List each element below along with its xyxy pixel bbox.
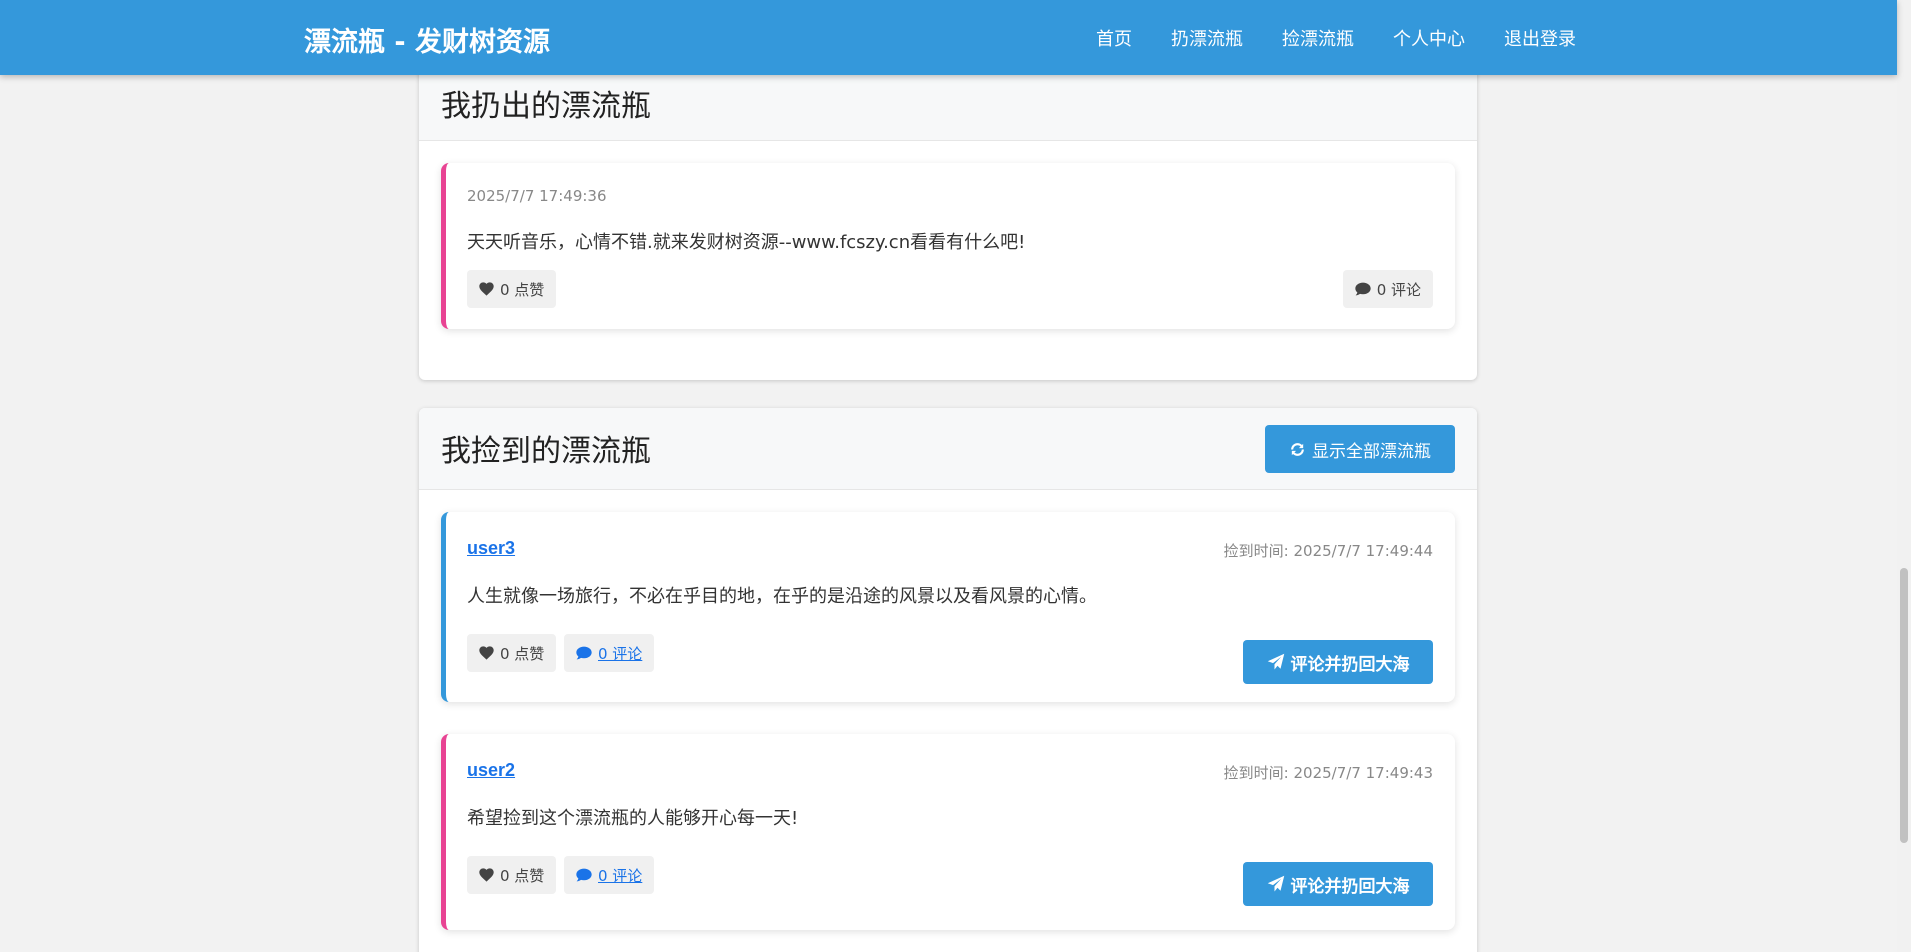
heart-icon [479, 868, 494, 882]
picked-bottle-item: user3 捡到时间: 2025/7/7 17:49:44 人生就像一场旅行，不… [441, 512, 1455, 702]
top-navbar: 漂流瓶 - 发财树资源 首页 扔漂流瓶 捡漂流瓶 个人中心 退出登录 [0, 0, 1897, 75]
like-count: 0 点赞 [500, 644, 545, 663]
nav-logout[interactable]: 退出登录 [1504, 25, 1576, 51]
comment-count: 0 评论 [598, 644, 643, 663]
page-scrollbar[interactable] [1897, 0, 1911, 952]
heart-icon [479, 282, 494, 296]
bottle-content: 希望捡到这个漂流瓶的人能够开心每一天! [467, 808, 799, 829]
heart-icon [479, 646, 494, 660]
bottle-content: 天天听音乐，心情不错.就来发财树资源--www.fcszy.cn看看有什么吧! [467, 232, 1026, 253]
like-count: 0 点赞 [500, 866, 545, 885]
comment-icon [576, 646, 592, 660]
comment-and-throw-back-button[interactable]: 评论并扔回大海 [1243, 862, 1433, 906]
comment-button[interactable]: 0 评论 [564, 634, 655, 672]
nav-pick-bottle[interactable]: 捡漂流瓶 [1282, 25, 1354, 51]
show-all-bottles-button[interactable]: 显示全部漂流瓶 [1265, 425, 1455, 473]
paper-plane-icon [1267, 875, 1285, 893]
picked-time: 捡到时间: 2025/7/7 17:49:43 [1223, 764, 1433, 782]
picked-time: 捡到时间: 2025/7/7 17:49:44 [1223, 542, 1433, 560]
picked-card-header: 我捡到的漂流瓶 显示全部漂流瓶 [419, 408, 1477, 490]
action-label: 评论并扔回大海 [1290, 876, 1410, 897]
comment-count: 0 评论 [1376, 280, 1421, 299]
picked-bottles-card: 我捡到的漂流瓶 显示全部漂流瓶 user3 捡到时间: 2025/7/7 17:… [419, 408, 1477, 952]
thrown-card-title: 我扔出的漂流瓶 [441, 89, 651, 124]
like-count: 0 点赞 [500, 280, 545, 299]
comment-count: 0 评论 [598, 866, 643, 885]
comment-button[interactable]: 0 评论 [1342, 270, 1433, 308]
thrown-bottle-item: 2025/7/7 17:49:36 天天听音乐，心情不错.就来发财树资源--ww… [441, 163, 1455, 329]
comment-button[interactable]: 0 评论 [564, 856, 655, 894]
comment-and-throw-back-button[interactable]: 评论并扔回大海 [1243, 640, 1433, 684]
action-label: 评论并扔回大海 [1290, 654, 1410, 675]
like-button[interactable]: 0 点赞 [467, 856, 557, 894]
paper-plane-icon [1267, 653, 1285, 671]
site-brand[interactable]: 漂流瓶 - 发财树资源 [304, 20, 550, 59]
show-all-label: 显示全部漂流瓶 [1312, 441, 1431, 462]
like-button[interactable]: 0 点赞 [467, 634, 557, 672]
picked-bottle-item: user2 捡到时间: 2025/7/7 17:49:43 希望捡到这个漂流瓶的… [441, 734, 1455, 930]
bottle-content: 人生就像一场旅行，不必在乎目的地，在乎的是沿途的风景以及看风景的心情。 [467, 586, 1097, 607]
bottle-author-link[interactable]: user2 [467, 760, 515, 781]
comment-icon [576, 868, 592, 882]
nav-profile[interactable]: 个人中心 [1393, 25, 1465, 51]
like-button[interactable]: 0 点赞 [467, 270, 557, 308]
bottle-timestamp: 2025/7/7 17:49:36 [467, 187, 607, 205]
comment-icon [1355, 282, 1371, 296]
picked-card-title: 我捡到的漂流瓶 [441, 434, 651, 469]
nav-throw-bottle[interactable]: 扔漂流瓶 [1171, 25, 1243, 51]
nav-links: 首页 扔漂流瓶 捡漂流瓶 个人中心 退出登录 [1096, 0, 1576, 75]
bottle-author-link[interactable]: user3 [467, 538, 515, 559]
thrown-bottles-card: 我扔出的漂流瓶 2025/7/7 17:49:36 天天听音乐，心情不错.就来发… [419, 44, 1477, 380]
scrollbar-thumb[interactable] [1900, 568, 1908, 843]
refresh-icon [1289, 441, 1306, 458]
nav-home[interactable]: 首页 [1096, 25, 1132, 51]
